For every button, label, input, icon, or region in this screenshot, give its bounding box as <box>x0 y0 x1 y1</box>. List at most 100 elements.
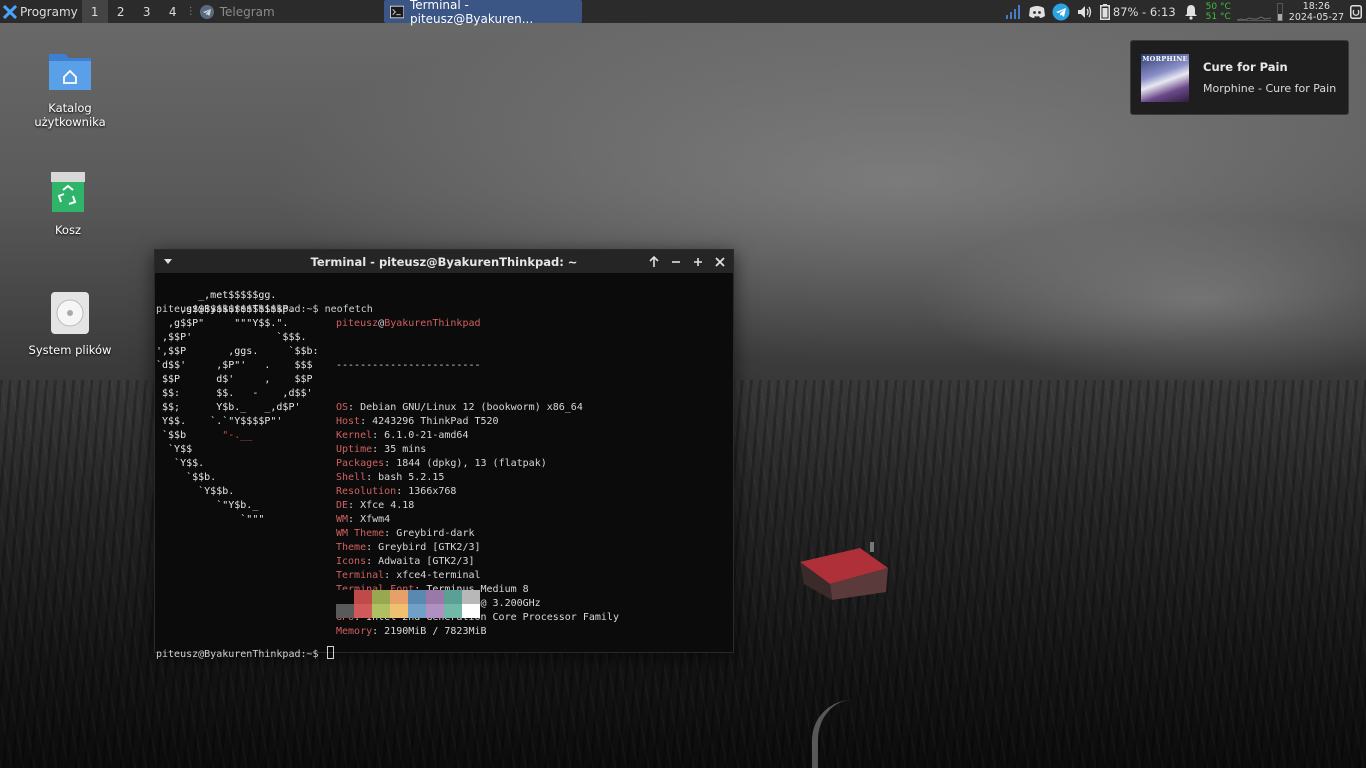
notification-bell-icon[interactable] <box>1182 3 1200 21</box>
minimize-icon[interactable] <box>669 255 683 269</box>
desktop-icon-label: System plików <box>28 343 112 357</box>
close-icon[interactable] <box>713 255 727 269</box>
palette-swatch <box>462 604 480 618</box>
network-signal-icon[interactable] <box>1004 3 1022 21</box>
palette-swatch <box>426 604 444 618</box>
cpu-temperature[interactable]: 50 °C 51 °C <box>1206 2 1231 22</box>
window-titlebar[interactable]: Terminal - piteusz@ByakurenThinkpad: ~ <box>155 250 733 273</box>
palette-swatch <box>372 590 390 604</box>
maximize-icon[interactable] <box>691 255 705 269</box>
info-value: Greybird [GTK2/3] <box>378 542 481 553</box>
clock[interactable]: 18:26 2024-05-27 <box>1289 1 1344 23</box>
info-value: 1366x768 <box>408 486 457 497</box>
temp-2: 51 °C <box>1205 11 1231 22</box>
info-line: Kernel: 6.1.0-21-amd64 <box>336 430 469 441</box>
info-line: Memory: 2190MiB / 7823MiB <box>336 626 487 637</box>
media-notification[interactable]: MORPHINE Cure for Pain Morphine - Cure f… <box>1130 40 1349 115</box>
info-line: Icons: Adwaita [GTK2/3] <box>336 556 475 567</box>
info-key: Packages <box>336 458 385 469</box>
palette-swatch <box>444 590 462 604</box>
info-line: Packages: 1844 (dpkg), 13 (flatpak) <box>336 458 547 469</box>
applications-menu-button[interactable]: Programy <box>0 0 82 23</box>
user-host-line: piteusz@ByakurenThinkpad <box>336 317 619 331</box>
album-art-text: MORPHINE <box>1142 54 1188 63</box>
info-key: WM <box>336 514 349 525</box>
info-line: OS: Debian GNU/Linux 12 (bookworm) x86_6… <box>336 402 583 413</box>
cpu-graph-icon[interactable] <box>1236 3 1271 21</box>
keep-above-icon[interactable] <box>647 255 661 269</box>
taskbar-item-terminal[interactable]: Terminal - piteusz@Byakuren... <box>383 0 582 26</box>
info-key: Terminal <box>336 570 385 581</box>
info-value: 6.1.0-21-amd64 <box>384 430 469 441</box>
system-tray: 87% - 6:13 50 °C 51 °C 18:26 2024-05-27 <box>1004 0 1366 23</box>
volume-icon[interactable] <box>1076 3 1094 21</box>
notification-title: Cure for Pain <box>1203 60 1288 74</box>
info-value: Debian GNU/Linux 12 (bookworm) x86_64 <box>360 402 583 413</box>
taskbar-item-label: Terminal - piteusz@Byakuren... <box>410 0 534 26</box>
workspace-4[interactable]: 4 <box>160 0 186 23</box>
palette-swatch <box>336 590 354 604</box>
telegram-icon <box>199 4 214 19</box>
info-host: ByakurenThinkpad <box>384 318 481 329</box>
battery-icon <box>1099 3 1110 20</box>
desktop-icon-label: Kosz <box>54 223 82 237</box>
info-value: 2190MiB / 7823MiB <box>384 626 487 637</box>
info-value: 35 mins <box>384 444 427 455</box>
desktop-icon-filesystem[interactable]: System plików <box>25 290 115 357</box>
info-value: Xfce 4.18 <box>360 500 415 511</box>
info-key: Theme <box>336 542 367 553</box>
info-value: Xfwm4 <box>360 514 391 525</box>
prompt: piteusz@ByakurenThinkpad:~$ <box>156 649 319 660</box>
workspace-2[interactable]: 2 <box>108 0 134 23</box>
palette-swatch <box>354 590 372 604</box>
memory-bar-icon[interactable] <box>1276 2 1283 21</box>
terminal-icon <box>389 5 404 18</box>
palette-swatch <box>372 604 390 618</box>
workspace-3[interactable]: 3 <box>134 0 160 23</box>
info-key: Uptime <box>336 444 373 455</box>
palette-swatch <box>408 604 426 618</box>
discord-icon[interactable] <box>1028 3 1046 21</box>
palette-swatch <box>462 590 480 604</box>
power-icon[interactable] <box>1350 4 1362 19</box>
applications-menu-label: Programy <box>20 4 78 19</box>
palette-swatch <box>336 604 354 618</box>
terminal-content[interactable]: piteusz@ByakurenThinkpad:~$ neofetch _,m… <box>155 273 733 660</box>
palette-swatch <box>426 590 444 604</box>
window-menu-icon[interactable] <box>163 254 173 268</box>
battery-indicator[interactable]: 87% - 6:13 <box>1099 3 1176 20</box>
palette-swatch <box>390 604 408 618</box>
info-key: Memory <box>336 626 373 637</box>
info-user: piteusz <box>336 318 379 329</box>
info-value: 1844 (dpkg), 13 (flatpak) <box>396 458 547 469</box>
desktop-icon-trash[interactable]: Kosz <box>23 170 113 237</box>
info-line: Theme: Greybird [GTK2/3] <box>336 542 481 553</box>
battery-text: 87% - 6:13 <box>1112 4 1176 19</box>
debian-ascii-logo: _,met$$$$$gg. ,g$$$$$$$$$$$$$$$P. ,g$$P"… <box>156 290 319 525</box>
album-art: MORPHINE <box>1141 53 1189 102</box>
info-key: OS <box>336 402 349 413</box>
trash-icon <box>51 172 85 212</box>
temp-1: 50 °C <box>1205 1 1231 12</box>
palette-swatch <box>354 604 372 618</box>
info-separator: ------------------------ <box>336 360 481 371</box>
notification-body: Morphine - Cure for Pain <box>1203 82 1337 95</box>
info-line: WM Theme: Greybird-dark <box>336 528 475 539</box>
wallpaper-house <box>800 542 888 600</box>
clock-date: 2024-05-27 <box>1288 11 1344 23</box>
workspace-1[interactable]: 1 <box>81 0 108 23</box>
taskbar-item-telegram[interactable]: Telegram <box>194 0 384 23</box>
palette-swatch <box>390 590 408 604</box>
window-controls <box>647 250 727 273</box>
info-key: Shell <box>336 472 367 483</box>
info-key: Resolution <box>336 486 397 497</box>
telegram-tray-icon[interactable] <box>1052 3 1070 21</box>
info-line: Resolution: 1366x768 <box>336 486 457 497</box>
palette-swatch <box>444 604 462 618</box>
info-value: xfce4-terminal <box>396 570 481 581</box>
desktop-icon-home[interactable]: Katalog użytkownika <box>25 48 115 129</box>
info-value: Greybird-dark <box>396 528 475 539</box>
home-folder-icon <box>49 54 91 90</box>
drive-icon <box>51 292 89 334</box>
terminal-window: Terminal - piteusz@ByakurenThinkpad: ~ p… <box>154 249 734 660</box>
